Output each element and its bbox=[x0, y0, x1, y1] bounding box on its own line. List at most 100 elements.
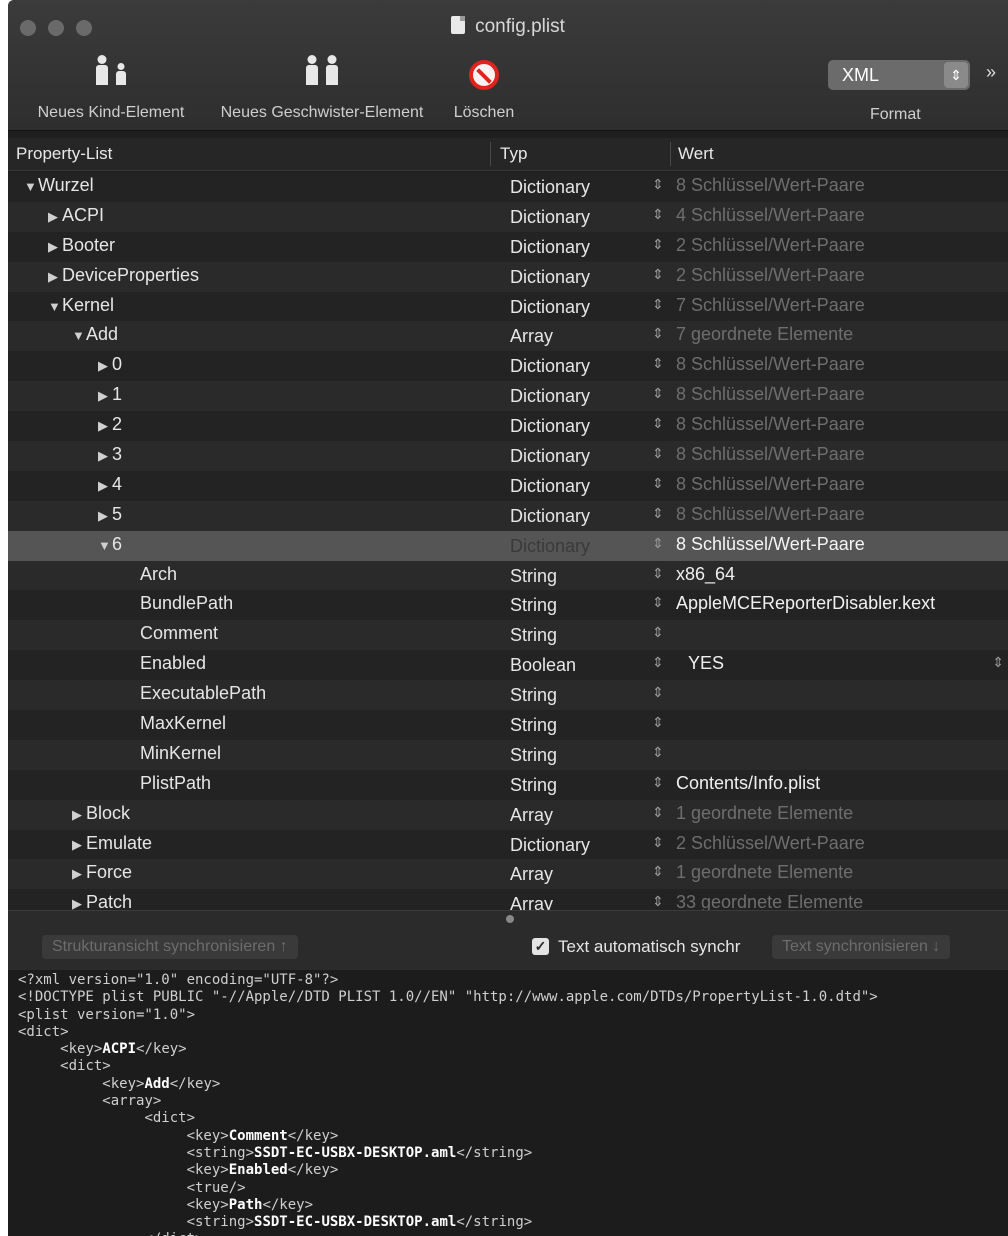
type-stepper-icon[interactable]: ⇕ bbox=[652, 714, 664, 731]
outline-row[interactable]: ▶ Booter Dictionary ⇕ 2 Schlüssel/Wert-Paare bbox=[8, 231, 1008, 262]
outline-row[interactable]: ExecutablePath String ⇕ bbox=[8, 680, 1008, 711]
outline-row[interactable]: ▶ Patch Array ⇕ 33 geordnete Elemente bbox=[8, 889, 1008, 910]
row-key[interactable]: ▼Kernel bbox=[48, 295, 114, 316]
type-stepper-icon[interactable]: ⇕ bbox=[652, 774, 664, 791]
row-key[interactable]: ▶ ACPI bbox=[48, 205, 104, 226]
outline-row[interactable]: Arch String ⇕ x86_64 bbox=[8, 560, 1008, 591]
disclosure-collapsed-icon[interactable]: ▶ bbox=[72, 896, 86, 910]
row-type[interactable]: Dictionary bbox=[510, 267, 590, 288]
row-type[interactable]: Dictionary bbox=[510, 177, 590, 198]
outline-row[interactable]: ▶ ACPI Dictionary ⇕ 4 Schlüssel/Wert-Paare bbox=[8, 201, 1008, 232]
row-type[interactable]: Dictionary bbox=[510, 476, 590, 497]
row-type[interactable]: String bbox=[510, 685, 557, 706]
row-key[interactable]: MaxKernel bbox=[140, 713, 226, 734]
outline-row[interactable]: ▼Kernel Dictionary ⇕ 7 Schlüssel/Wert-Paare bbox=[8, 291, 1008, 322]
row-type[interactable]: String bbox=[510, 775, 557, 796]
row-key[interactable]: ▼6 bbox=[98, 534, 122, 555]
outline-row[interactable]: ▶ Emulate Dictionary ⇕ 2 Schlüssel/Wert-Paar… bbox=[8, 829, 1008, 860]
row-key[interactable]: ▶ 0 bbox=[98, 354, 122, 375]
sync-structure-button[interactable]: Strukturansicht synchronisieren ↑ bbox=[42, 935, 298, 959]
row-key[interactable]: ▶ Block bbox=[72, 803, 130, 824]
row-key[interactable]: ▶ 1 bbox=[98, 384, 122, 405]
disclosure-collapsed-icon[interactable]: ▶ bbox=[72, 866, 86, 882]
type-stepper-icon[interactable]: ⇕ bbox=[652, 475, 664, 492]
xml-text-area[interactable]: <?xml version="1.0" encoding="UTF-8"?> <!… bbox=[8, 970, 1008, 1236]
row-type[interactable]: Dictionary bbox=[510, 207, 590, 228]
type-stepper-icon[interactable]: ⇕ bbox=[652, 176, 664, 193]
row-type[interactable]: String bbox=[510, 625, 557, 646]
type-stepper-icon[interactable]: ⇕ bbox=[652, 385, 664, 402]
outline-row[interactable]: ▶ 3 Dictionary ⇕ 8 Schlüssel/Wert-Paare bbox=[8, 441, 1008, 471]
row-type[interactable]: String bbox=[510, 595, 557, 616]
sync-text-button[interactable]: Text synchronisieren ↓ bbox=[772, 935, 951, 959]
row-key[interactable]: ▼Wurzel bbox=[24, 175, 94, 196]
type-stepper-icon[interactable]: ⇕ bbox=[652, 236, 664, 253]
row-value[interactable]: x86_64 bbox=[676, 564, 735, 585]
column-divider[interactable] bbox=[670, 142, 671, 166]
disclosure-collapsed-icon[interactable]: ▶ bbox=[98, 448, 112, 464]
disclosure-expanded-icon[interactable]: ▼ bbox=[72, 328, 86, 343]
outline-row[interactable]: ▶ 5 Dictionary ⇕ 8 Schlüssel/Wert-Paare bbox=[8, 500, 1008, 531]
type-stepper-icon[interactable]: ⇕ bbox=[652, 744, 664, 761]
outline-row[interactable]: ▶ Force Array ⇕ 1 geordnete Elemente bbox=[8, 859, 1008, 890]
type-stepper-icon[interactable]: ⇕ bbox=[652, 654, 664, 671]
outline-row[interactable]: Enabled Boolean ⇕ YES ⇕ bbox=[8, 650, 1008, 681]
type-stepper-icon[interactable]: ⇕ bbox=[652, 624, 664, 641]
type-stepper-icon[interactable]: ⇕ bbox=[652, 893, 664, 910]
disclosure-collapsed-icon[interactable]: ▶ bbox=[48, 239, 62, 255]
row-type[interactable]: String bbox=[510, 745, 557, 766]
row-key[interactable]: ▼Add bbox=[72, 324, 118, 345]
split-handle[interactable] bbox=[506, 915, 514, 923]
disclosure-collapsed-icon[interactable]: ▶ bbox=[98, 388, 112, 404]
column-header-value[interactable]: Wert bbox=[678, 144, 714, 164]
outline-row[interactable]: Comment String ⇕ bbox=[8, 620, 1008, 651]
outline-row[interactable]: MaxKernel String ⇕ bbox=[8, 710, 1008, 740]
row-type[interactable]: Array bbox=[510, 864, 553, 885]
row-type[interactable]: Dictionary bbox=[510, 835, 590, 856]
type-stepper-icon[interactable]: ⇕ bbox=[652, 684, 664, 701]
row-type[interactable]: Dictionary bbox=[510, 446, 590, 467]
disclosure-expanded-icon[interactable]: ▼ bbox=[48, 299, 62, 314]
row-key[interactable]: Enabled bbox=[140, 653, 206, 674]
type-stepper-icon[interactable]: ⇕ bbox=[652, 863, 664, 880]
row-value[interactable]: AppleMCEReporterDisabler.kext bbox=[676, 593, 935, 614]
row-key[interactable]: ▶ 2 bbox=[98, 414, 122, 435]
row-type[interactable]: Boolean bbox=[510, 655, 576, 676]
outline-row[interactable]: PlistPath String ⇕ Contents/Info.plist bbox=[8, 769, 1008, 800]
row-key[interactable]: ▶ Patch bbox=[72, 892, 132, 910]
outline-row[interactable]: ▶ Block Array ⇕ 1 geordnete Elemente bbox=[8, 799, 1008, 830]
type-stepper-icon[interactable]: ⇕ bbox=[652, 445, 664, 462]
type-stepper-icon[interactable]: ⇕ bbox=[652, 505, 664, 522]
disclosure-collapsed-icon[interactable]: ▶ bbox=[72, 837, 86, 853]
disclosure-collapsed-icon[interactable]: ▶ bbox=[98, 508, 112, 524]
format-select[interactable]: XML ⇕ bbox=[828, 60, 970, 90]
row-key[interactable]: Arch bbox=[140, 564, 177, 585]
row-key[interactable]: PlistPath bbox=[140, 773, 211, 794]
outline-row[interactable]: ▶ 4 Dictionary ⇕ 8 Schlüssel/Wert-Paare bbox=[8, 470, 1008, 501]
disclosure-collapsed-icon[interactable]: ▶ bbox=[98, 418, 112, 434]
column-header-type[interactable]: Typ bbox=[500, 144, 527, 164]
outline-row[interactable]: ▼6 Dictionary ⇕ 8 Schlüssel/Wert-Paare bbox=[8, 530, 1008, 561]
row-type[interactable]: String bbox=[510, 715, 557, 736]
row-type[interactable]: Array bbox=[510, 894, 553, 910]
type-stepper-icon[interactable]: ⇕ bbox=[652, 415, 664, 432]
type-stepper-icon[interactable]: ⇕ bbox=[652, 296, 664, 313]
disclosure-expanded-icon[interactable]: ▼ bbox=[24, 179, 38, 194]
type-stepper-icon[interactable]: ⇕ bbox=[652, 535, 664, 552]
delete-button[interactable]: Löschen bbox=[448, 52, 520, 122]
row-value[interactable]: Contents/Info.plist bbox=[676, 773, 820, 794]
disclosure-expanded-icon[interactable]: ▼ bbox=[98, 538, 112, 553]
disclosure-collapsed-icon[interactable]: ▶ bbox=[98, 358, 112, 374]
row-type[interactable]: Array bbox=[510, 805, 553, 826]
outline-row[interactable]: ▼Add Array ⇕ 7 geordnete Elemente bbox=[8, 321, 1008, 352]
boolean-stepper-icon[interactable]: ⇕ bbox=[992, 654, 1004, 671]
outline-row[interactable]: ▶ 0 Dictionary ⇕ 8 Schlüssel/Wert-Paare bbox=[8, 351, 1008, 382]
row-key[interactable]: ▶ DeviceProperties bbox=[48, 265, 199, 286]
row-key[interactable]: ▶ Force bbox=[72, 862, 132, 883]
type-stepper-icon[interactable]: ⇕ bbox=[652, 834, 664, 851]
disclosure-collapsed-icon[interactable]: ▶ bbox=[48, 209, 62, 225]
auto-sync-checkbox[interactable]: ✓ bbox=[532, 938, 549, 955]
column-divider[interactable] bbox=[490, 142, 491, 166]
row-type[interactable]: Dictionary bbox=[510, 297, 590, 318]
row-key[interactable]: ▶ 5 bbox=[98, 504, 122, 525]
